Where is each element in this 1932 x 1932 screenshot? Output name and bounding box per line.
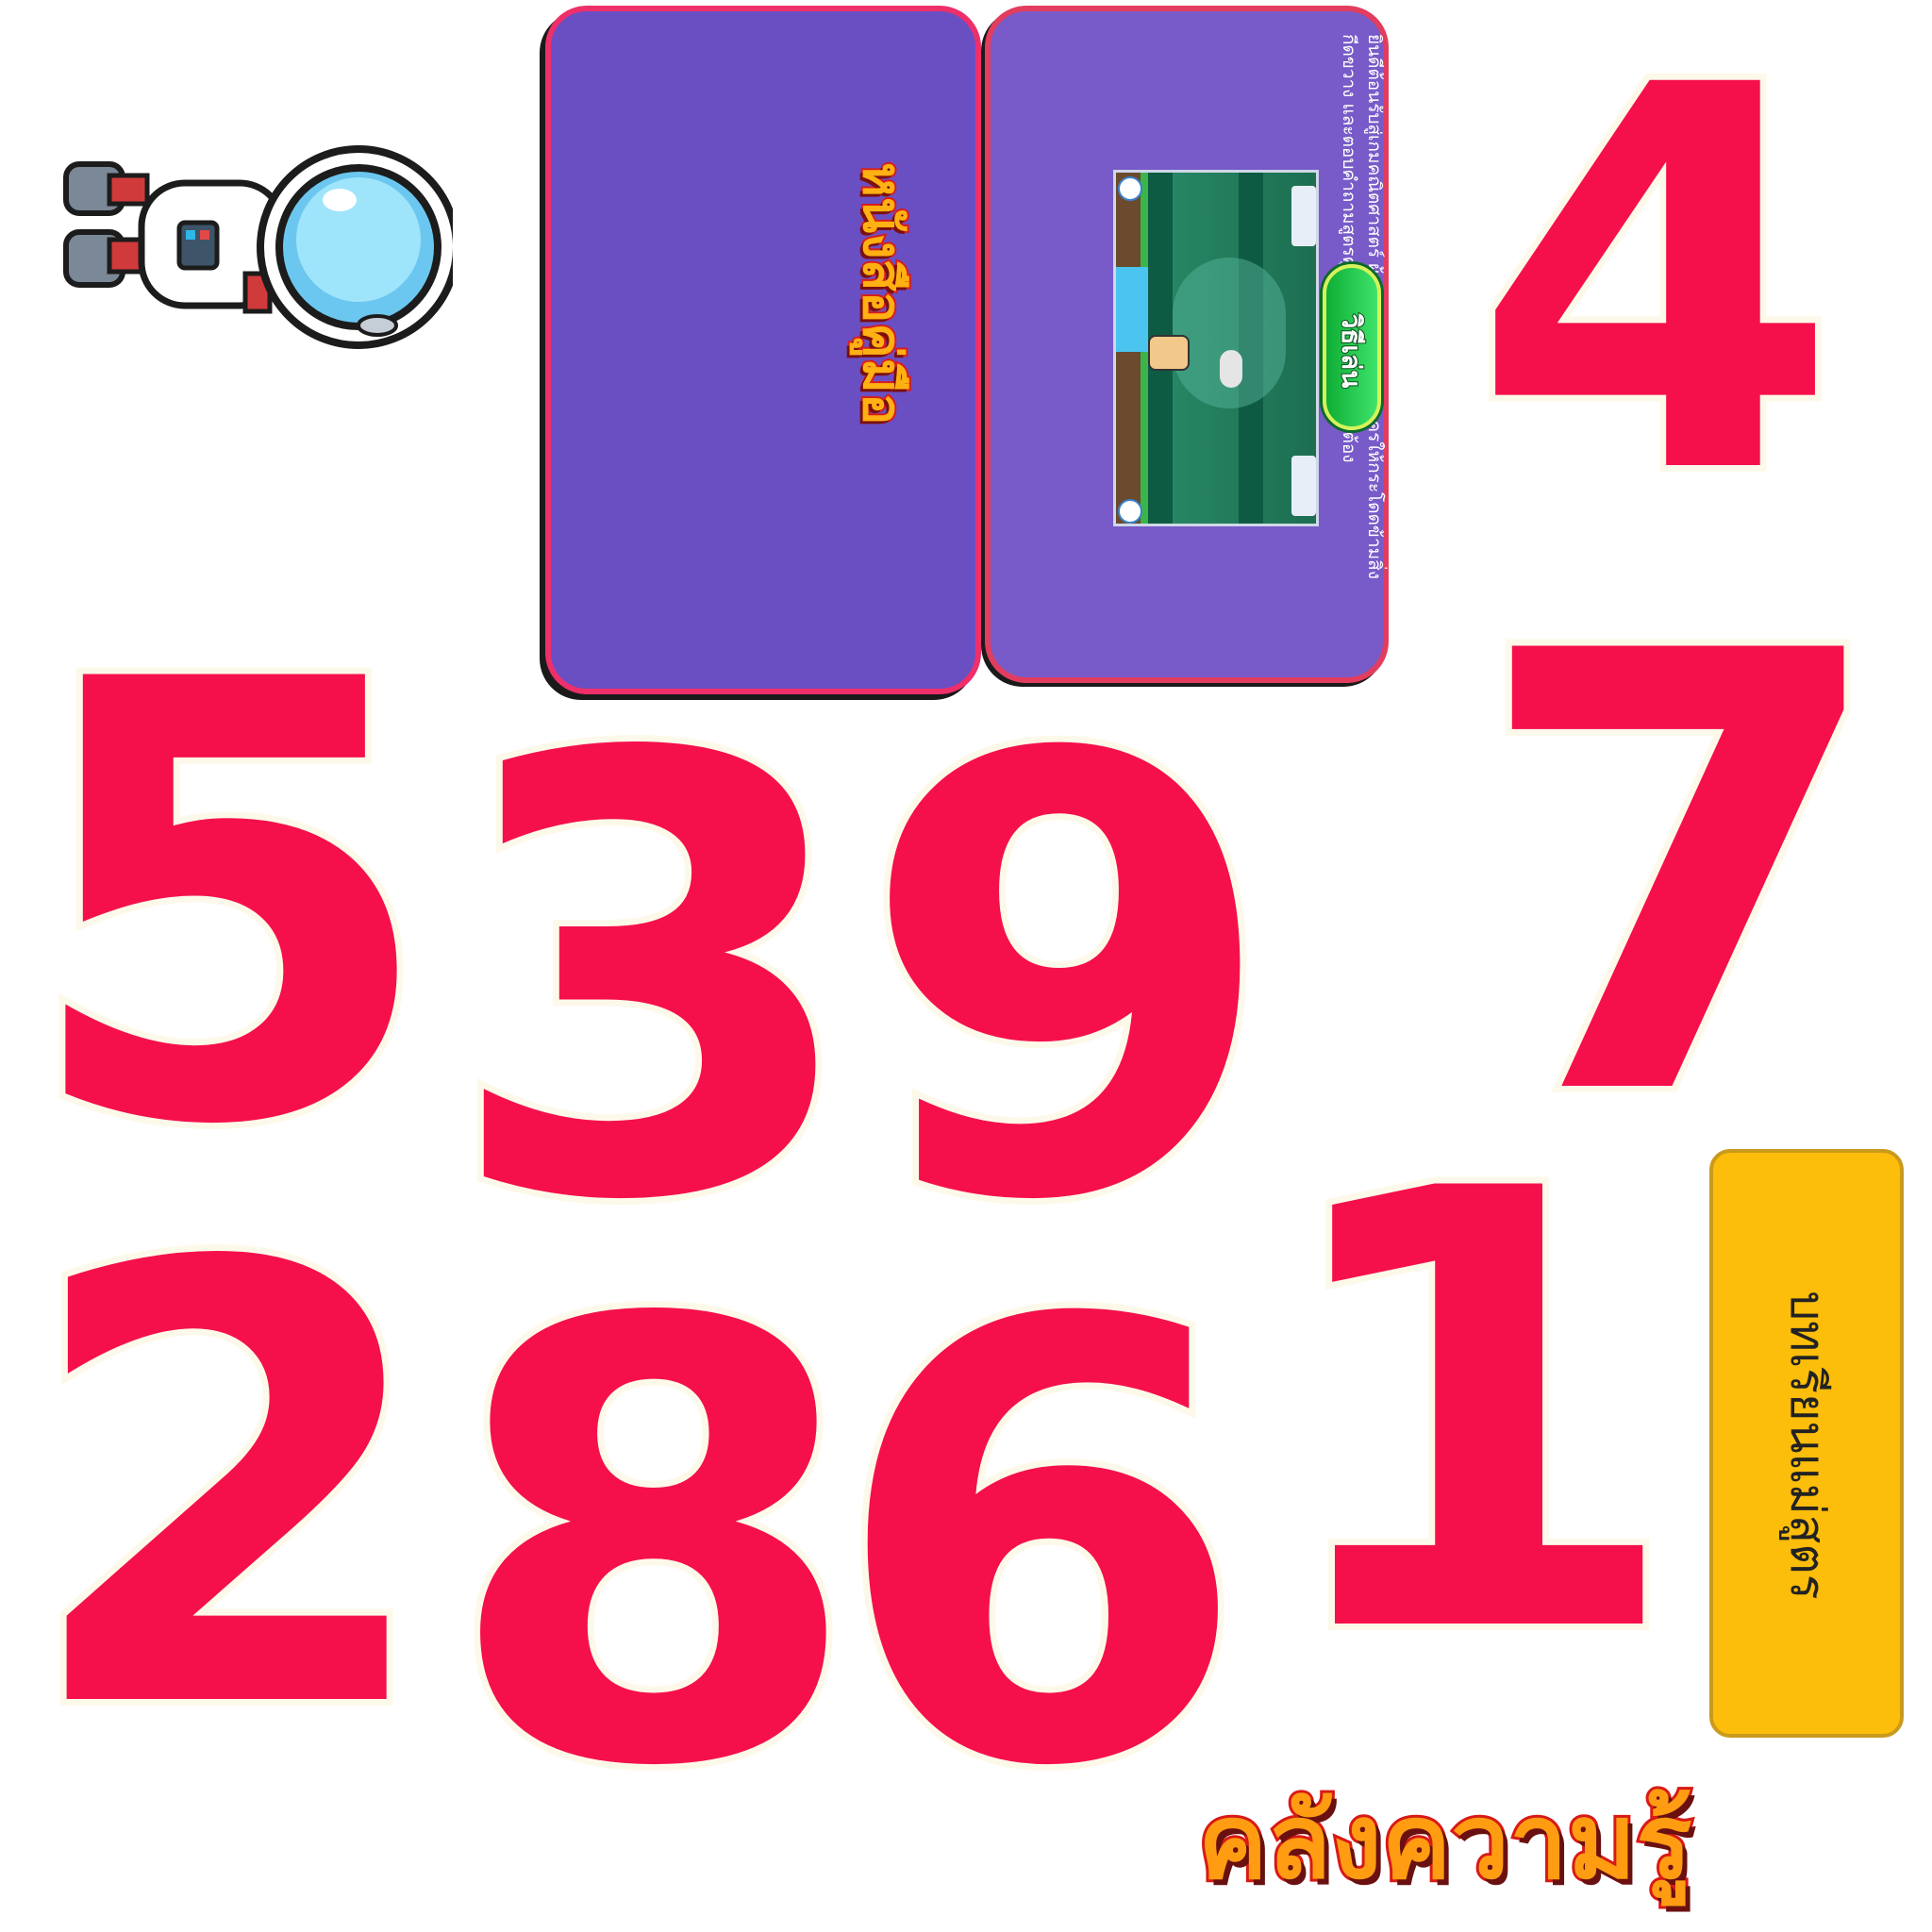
numeral-6: 6 xyxy=(824,1195,1257,1898)
how-to-play-button[interactable]: วิธีเล่น xyxy=(1323,264,1381,430)
manual-card-back: หนังสือคู่มือ xyxy=(545,6,981,694)
numeral-8: 8 xyxy=(437,1195,870,1898)
astronaut-icon xyxy=(63,145,453,349)
arrow-down-icon xyxy=(1118,499,1142,524)
how-to-play-label: วิธีเล่น xyxy=(1335,313,1368,390)
numeral-5: 5 xyxy=(12,554,445,1257)
manual-title: หนังสือคู่มือ xyxy=(849,160,914,426)
numeral-3: 3 xyxy=(437,629,870,1332)
numeral-1: 1 xyxy=(1257,1063,1690,1766)
numeral-9: 9 xyxy=(852,629,1285,1332)
manual-card-front: ยินดีต้อนรับสู่เกมคณิตศาสตร์ ผู้เล่นต้อง… xyxy=(985,6,1389,683)
numeral-4: 4 xyxy=(1465,0,1846,591)
lesson-button[interactable]: บทเรียนแม่สูตร xyxy=(1709,1149,1904,1738)
game-screenshot xyxy=(1113,170,1319,526)
numeral-2: 2 xyxy=(12,1139,445,1841)
sprite-sheet: หนังสือคู่มือ ยินดีต้อนรับสู่เกมคณิตศาสต… xyxy=(0,0,1932,1932)
lesson-button-label: บทเรียนแม่สูตร xyxy=(1780,1291,1835,1600)
arrow-up-icon xyxy=(1118,176,1142,201)
brand-title: คลังความรู้ xyxy=(1195,1778,1694,1905)
